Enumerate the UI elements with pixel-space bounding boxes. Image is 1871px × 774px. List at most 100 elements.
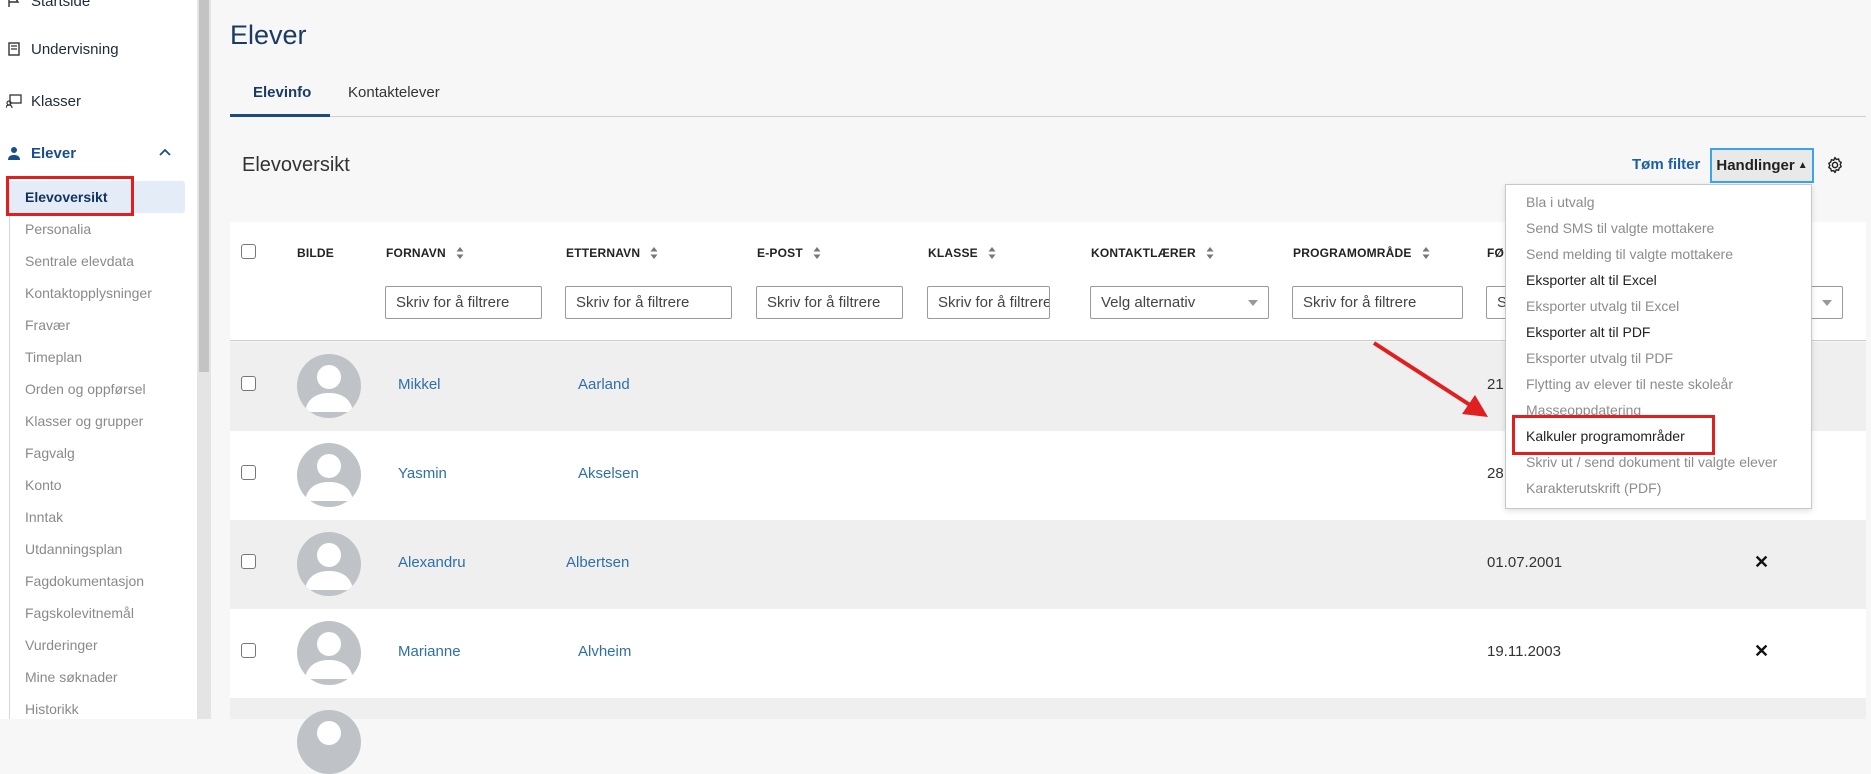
sidebar-scrollbar[interactable] <box>197 0 211 719</box>
classroom-icon <box>6 93 22 109</box>
menu-item-skriv-ut-send-dokument[interactable]: Skriv ut / send dokument til valgte elev… <box>1526 452 1777 472</box>
cell-fornavn[interactable]: Marianne <box>398 643 461 660</box>
highlight-box-kalkuler <box>1512 415 1715 455</box>
column-header-label: FØ <box>1487 246 1505 260</box>
submenu-item-inntak[interactable]: Inntak <box>25 507 63 527</box>
cell-etternavn[interactable]: Albertsen <box>566 554 629 571</box>
sidebar-item-elever[interactable]: Elever <box>6 138 76 168</box>
menu-item-bla-i-utvalg[interactable]: Bla i utvalg <box>1526 192 1594 212</box>
sort-icon[interactable] <box>456 246 464 260</box>
sidebar-item-label: Elever <box>31 144 77 162</box>
submenu-item-fagskolevitnemal[interactable]: Fagskolevitnemål <box>25 603 134 623</box>
sidebar-item-klasser[interactable]: Klasser <box>6 86 81 116</box>
menu-item-eksporter-alt-excel[interactable]: Eksporter alt til Excel <box>1526 270 1657 290</box>
avatar <box>297 354 361 418</box>
cell-etternavn[interactable]: Aarland <box>578 376 630 393</box>
sidebar-item-undervisning[interactable]: Undervisning <box>6 34 119 64</box>
submenu-item-utdanningsplan[interactable]: Utdanningsplan <box>25 539 122 559</box>
column-header-epost[interactable]: E-POST <box>757 246 821 260</box>
avatar <box>297 443 361 507</box>
submenu-item-fagvalg[interactable]: Fagvalg <box>25 443 75 463</box>
sidebar-item-startside[interactable]: Startside <box>6 0 90 16</box>
row-checkbox[interactable] <box>241 376 256 391</box>
submenu-item-orden-og-oppforsel[interactable]: Orden og oppførsel <box>25 379 146 399</box>
chevron-up-icon[interactable] <box>157 144 173 160</box>
column-header-label: KLASSE <box>928 246 978 260</box>
cell-fodt: 21 <box>1487 376 1504 393</box>
column-header-etternavn[interactable]: ETTERNAVN <box>566 246 658 260</box>
submenu-rail <box>9 182 10 719</box>
tab-kontaktelever[interactable]: Kontaktelever <box>348 84 440 101</box>
scrollbar-thumb[interactable] <box>199 0 209 372</box>
sidebar-item-label: Undervisning <box>31 40 119 58</box>
actions-dropdown-menu: Bla i utvalg Send SMS til valgte mottake… <box>1505 184 1812 509</box>
cell-fornavn[interactable]: Alexandru <box>398 554 466 571</box>
menu-item-karakterutskrift[interactable]: Karakterutskrift (PDF) <box>1526 478 1661 498</box>
submenu-item-vurderinger[interactable]: Vurderinger <box>25 635 98 655</box>
filter-etternavn-input[interactable]: Skriv for å filtrere <box>565 286 732 319</box>
submenu-item-fravaer[interactable]: Fravær <box>25 315 70 335</box>
sort-icon[interactable] <box>1206 246 1214 260</box>
cell-etternavn[interactable]: Alvheim <box>578 643 631 660</box>
chevron-down-icon <box>1248 300 1258 306</box>
table-row[interactable]: Marianne Alvheim 19.11.2003 ✕ <box>230 609 1866 698</box>
table-row[interactable] <box>230 698 1866 774</box>
submenu-item-kontaktopplysninger[interactable]: Kontaktopplysninger <box>25 283 152 303</box>
column-header-label: ETTERNAVN <box>566 246 641 260</box>
column-header-label: KONTAKTLÆRER <box>1091 246 1196 260</box>
submenu-item-sentrale-elevdata[interactable]: Sentrale elevdata <box>25 251 134 271</box>
select-all-checkbox[interactable] <box>241 244 256 259</box>
column-header-klasse[interactable]: KLASSE <box>928 246 996 260</box>
tab-active-indicator <box>230 114 330 117</box>
column-header-bilde: BILDE <box>297 246 334 260</box>
column-header-fodt[interactable]: FØ <box>1487 246 1504 260</box>
filter-programomrade-input[interactable]: Skriv for å filtrere <box>1292 286 1463 319</box>
cell-fodt: 28 <box>1487 465 1504 482</box>
menu-item-send-melding[interactable]: Send melding til valgte mottakere <box>1526 244 1733 264</box>
submenu-item-klasser-og-grupper[interactable]: Klasser og grupper <box>25 411 143 431</box>
user-placeholder-icon <box>305 543 353 590</box>
clear-filter-button[interactable]: Tøm filter <box>1632 156 1700 173</box>
book-icon <box>6 41 22 57</box>
sort-icon[interactable] <box>1422 246 1430 260</box>
filter-kontaktlaerer-select[interactable]: Velg alternativ <box>1090 286 1269 319</box>
cell-fornavn[interactable]: Mikkel <box>398 376 441 393</box>
cell-fodt: 19.11.2003 <box>1487 643 1561 660</box>
sidebar-item-label: Startside <box>31 0 91 10</box>
menu-item-flytting-av-elever[interactable]: Flytting av elever til neste skoleår <box>1526 374 1733 394</box>
submenu-item-fagdokumentasjon[interactable]: Fagdokumentasjon <box>25 571 144 591</box>
user-placeholder-icon <box>305 365 353 412</box>
column-header-programomrade[interactable]: PROGRAMOMRÅDE <box>1293 246 1430 260</box>
submenu-item-personalia[interactable]: Personalia <box>25 219 91 239</box>
menu-item-eksporter-utvalg-pdf[interactable]: Eksporter utvalg til PDF <box>1526 348 1673 368</box>
column-header-kontaktlaerer[interactable]: KONTAKTLÆRER <box>1091 246 1214 260</box>
cell-etternavn[interactable]: Akselsen <box>578 465 639 482</box>
submenu-item-konto[interactable]: Konto <box>25 475 62 495</box>
cell-fornavn[interactable]: Yasmin <box>398 465 447 482</box>
submenu-item-timeplan[interactable]: Timeplan <box>25 347 82 367</box>
close-icon: ✕ <box>1754 641 1770 661</box>
menu-item-eksporter-utvalg-excel[interactable]: Eksporter utvalg til Excel <box>1526 296 1679 316</box>
menu-item-eksporter-alt-pdf[interactable]: Eksporter alt til PDF <box>1526 322 1650 342</box>
filter-klasse-input[interactable]: Skriv for å filtrere <box>927 286 1050 319</box>
menu-item-send-sms[interactable]: Send SMS til valgte mottakere <box>1526 218 1714 238</box>
column-header-label: FORNAVN <box>386 246 446 260</box>
filter-epost-input[interactable]: Skriv for å filtrere <box>756 286 903 319</box>
filter-fornavn-input[interactable]: Skriv for å filtrere <box>385 286 542 319</box>
sort-icon[interactable] <box>813 246 821 260</box>
actions-button[interactable]: Handlinger ▲ <box>1710 148 1814 183</box>
row-checkbox[interactable] <box>241 643 256 658</box>
caret-up-icon: ▲ <box>1797 160 1808 171</box>
column-header-label: PROGRAMOMRÅDE <box>1293 246 1412 260</box>
gear-icon[interactable] <box>1826 156 1844 174</box>
close-icon: ✕ <box>1754 552 1770 572</box>
submenu-item-historikk[interactable]: Historikk <box>25 699 79 719</box>
sort-icon[interactable] <box>650 246 658 260</box>
submenu-item-mine-soknader[interactable]: Mine søknader <box>25 667 118 687</box>
column-header-fornavn[interactable]: FORNAVN <box>386 246 464 260</box>
table-row[interactable]: Alexandru Albertsen 01.07.2001 ✕ <box>230 520 1866 609</box>
row-checkbox[interactable] <box>241 465 256 480</box>
tab-elevinfo[interactable]: Elevinfo <box>253 84 311 101</box>
sort-icon[interactable] <box>988 246 996 260</box>
row-checkbox[interactable] <box>241 554 256 569</box>
